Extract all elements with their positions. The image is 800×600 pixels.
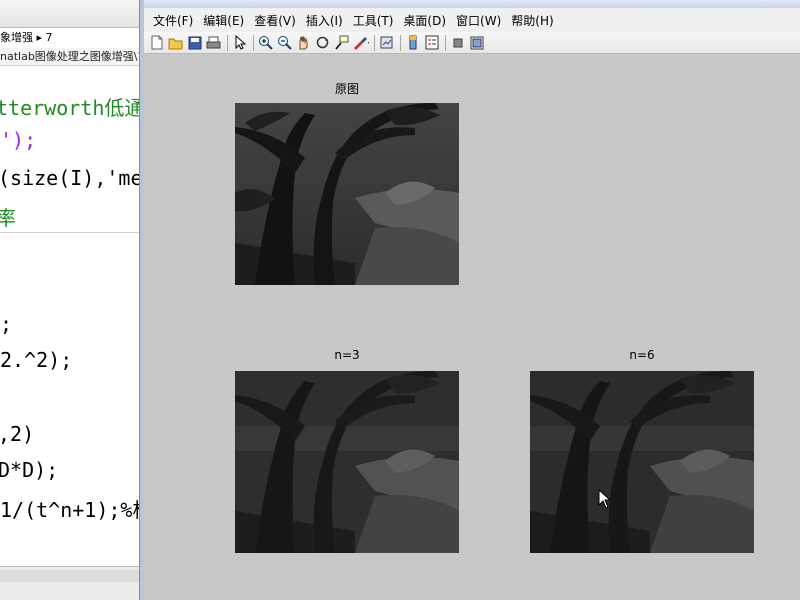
code-line-comment[interactable]: tterworth低通	[0, 92, 139, 121]
filtered-image-n3	[235, 371, 459, 553]
figure-menu-bar: 文件(F) 编辑(E) 查看(V) 插入(I) 工具(T) 桌面(D) 窗口(W…	[144, 8, 800, 32]
menu-file[interactable]: 文件(F)	[148, 10, 198, 31]
editor-breadcrumb[interactable]: 象增强 ▸ 7	[0, 28, 139, 48]
link-plot-icon[interactable]	[378, 34, 395, 51]
image-axes-n3[interactable]	[235, 371, 459, 553]
code-line[interactable]: ');	[0, 128, 36, 152]
code-line[interactable]: D*D);	[0, 458, 58, 482]
image-axes-original[interactable]	[235, 103, 459, 285]
code-line[interactable]: (size(I),'mes	[0, 166, 139, 190]
figure-canvas[interactable]: 原图 n=3 n=6	[144, 55, 800, 600]
new-figure-icon[interactable]	[148, 34, 165, 51]
hide-plot-tools-icon[interactable]	[449, 34, 466, 51]
data-cursor-icon[interactable]	[333, 34, 350, 51]
horizontal-scrollbar[interactable]	[0, 570, 139, 582]
figure-title-bar[interactable]	[144, 0, 800, 8]
code-string: ');	[0, 128, 37, 152]
toolbar-separator	[400, 34, 401, 51]
menu-insert[interactable]: 插入(I)	[301, 10, 348, 31]
menu-edit[interactable]: 编辑(E)	[198, 10, 249, 31]
zoom-in-icon[interactable]	[257, 34, 274, 51]
toolbar-separator	[253, 34, 254, 51]
code-line-comment[interactable]: 率	[0, 202, 16, 231]
filtered-image-n6	[530, 371, 754, 553]
open-file-icon[interactable]	[167, 34, 184, 51]
axes-title-n3: n=3	[334, 348, 360, 362]
toolbar-separator	[227, 34, 228, 51]
code-line[interactable]: ,2)	[0, 422, 34, 446]
print-icon[interactable]	[205, 34, 222, 51]
code-line[interactable]: ;	[0, 312, 12, 336]
editor-top-toolbar	[0, 0, 139, 28]
axes-title-original: 原图	[334, 82, 359, 96]
cell-divider	[0, 232, 139, 233]
editor-file-path[interactable]: natlab图像处理之图像增强\7	[0, 48, 139, 66]
code-line[interactable]: 1/(t^n+1);%构	[0, 494, 139, 523]
figure-toolbar	[144, 32, 800, 54]
insert-legend-icon[interactable]	[423, 34, 440, 51]
original-image	[235, 103, 459, 285]
figure-window[interactable]: 文件(F) 编辑(E) 查看(V) 插入(I) 工具(T) 桌面(D) 窗口(W…	[140, 0, 800, 600]
toolbar-separator	[445, 34, 446, 51]
menu-desktop[interactable]: 桌面(D)	[398, 10, 451, 31]
menu-help[interactable]: 帮助(H)	[506, 10, 558, 31]
menu-tools[interactable]: 工具(T)	[348, 10, 399, 31]
zoom-out-icon[interactable]	[276, 34, 293, 51]
menu-window[interactable]: 窗口(W)	[451, 10, 506, 31]
axes-title-n6: n=6	[629, 348, 655, 362]
edit-plot-arrow-icon[interactable]	[231, 34, 248, 51]
insert-colorbar-icon[interactable]	[404, 34, 421, 51]
show-plot-tools-icon[interactable]	[468, 34, 485, 51]
menu-view[interactable]: 查看(V)	[249, 10, 301, 31]
save-icon[interactable]	[186, 34, 203, 51]
rotate-3d-icon[interactable]	[314, 34, 331, 51]
pan-hand-icon[interactable]	[295, 34, 312, 51]
code-line[interactable]: 2.^2);	[0, 348, 72, 372]
matlab-editor-panel[interactable]: 象增强 ▸ 7 natlab图像处理之图像增强\7 tterworth低通 ')…	[0, 0, 140, 600]
brush-icon[interactable]	[352, 34, 369, 51]
mouse-pointer-icon	[598, 489, 612, 509]
toolbar-separator	[374, 34, 375, 51]
image-axes-n6[interactable]	[530, 371, 754, 553]
